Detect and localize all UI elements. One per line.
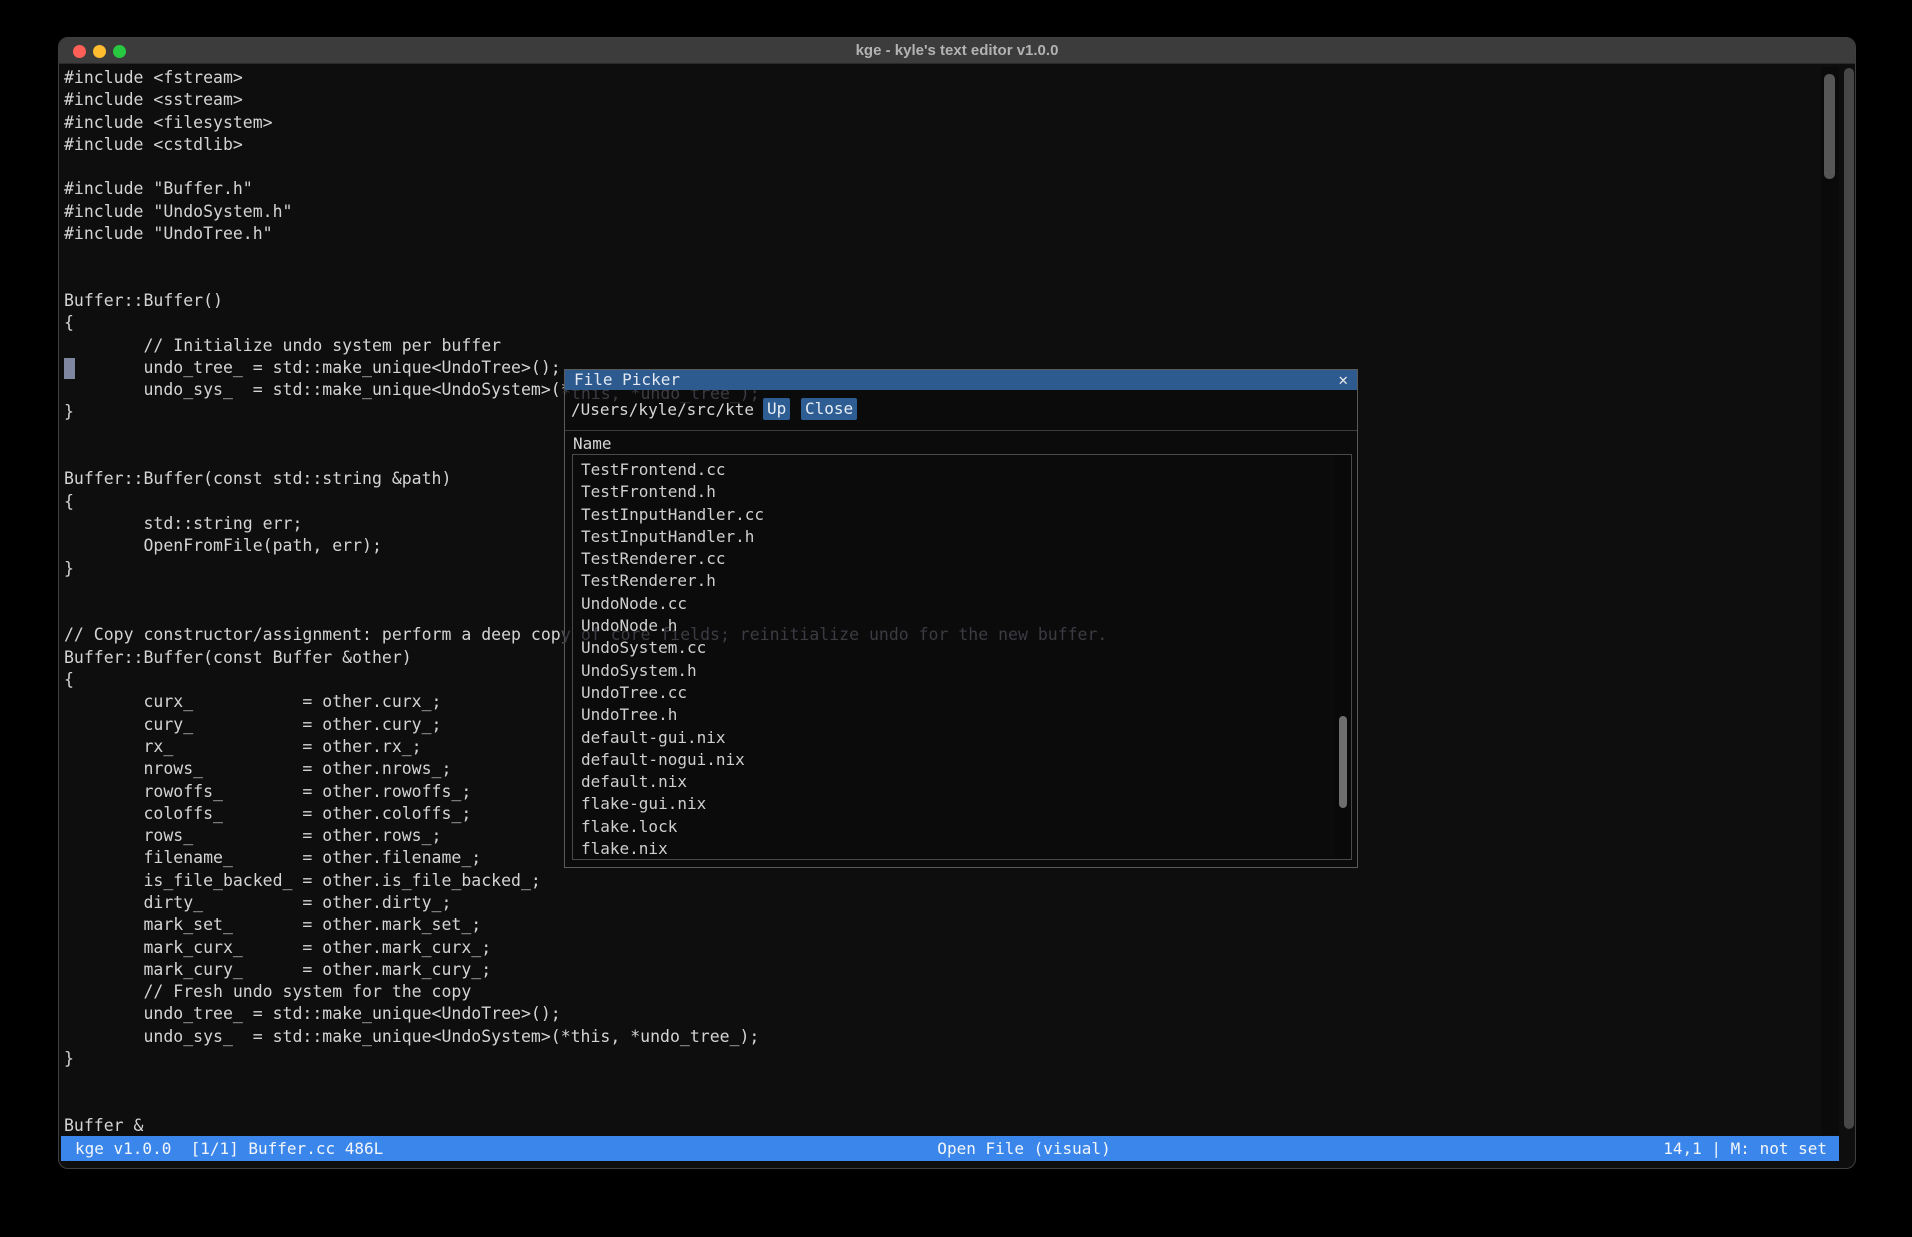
dialog-titlebar[interactable]: File Picker ✕ — [565, 370, 1357, 390]
file-list-items: TestFrontend.ccTestFrontend.hTestInputHa… — [581, 459, 764, 860]
file-list-item[interactable]: default-nogui.nix — [581, 749, 764, 771]
code-line: // Fresh undo system for the copy — [64, 981, 1107, 1003]
code-line: is_file_backed_ = other.is_file_backed_; — [64, 870, 1107, 892]
code-line: mark_curx_ = other.mark_curx_; — [64, 937, 1107, 959]
status-file-info: kge v1.0.0 [1/1] Buffer.cc 486L — [75, 1136, 383, 1161]
file-list-item[interactable]: UndoNode.cc — [581, 593, 764, 615]
current-path: /Users/kyle/src/kte — [571, 400, 754, 419]
divider — [565, 430, 1357, 431]
code-line: #include "UndoSystem.h" — [64, 201, 1107, 223]
code-line: } — [64, 1048, 1107, 1070]
code-line — [64, 1070, 1107, 1092]
file-list-item[interactable]: default-gui.nix — [581, 727, 764, 749]
status-cursor-position: 14,1 | M: not set — [1663, 1136, 1827, 1161]
code-line — [64, 1093, 1107, 1115]
file-list-item[interactable]: UndoSystem.h — [581, 660, 764, 682]
code-line: Buffer & — [64, 1115, 1107, 1137]
status-bar: kge v1.0.0 [1/1] Buffer.cc 486L Open Fil… — [61, 1136, 1839, 1161]
up-button[interactable]: Up — [763, 398, 790, 420]
editor-scrollbar-thumb[interactable] — [1824, 74, 1835, 179]
window-titlebar[interactable]: kge - kyle's text editor v1.0.0 — [59, 38, 1855, 64]
code-line: #include <sstream> — [64, 89, 1107, 111]
file-list-item[interactable]: UndoNode.h — [581, 615, 764, 637]
file-list-item[interactable]: TestInputHandler.cc — [581, 504, 764, 526]
file-list-item[interactable]: UndoTree.cc — [581, 682, 764, 704]
file-list-item[interactable]: flake.lock — [581, 816, 764, 838]
file-list-item[interactable]: UndoTree.h — [581, 704, 764, 726]
close-icon[interactable]: ✕ — [1338, 370, 1348, 390]
code-line: undo_tree_ = std::make_unique<UndoTree>(… — [64, 1003, 1107, 1025]
code-line: undo_sys_ = std::make_unique<UndoSystem>… — [64, 1026, 1107, 1048]
code-line: #include <filesystem> — [64, 112, 1107, 134]
file-list-item[interactable]: TestFrontend.cc — [581, 459, 764, 481]
column-header-name: Name — [573, 434, 612, 453]
code-line: #include <fstream> — [64, 67, 1107, 89]
code-line: { — [64, 312, 1107, 334]
file-list-item[interactable]: UndoSystem.cc — [581, 637, 764, 659]
path-row: /Users/kyle/src/kte Up Close — [565, 392, 1357, 426]
code-line: mark_set_ = other.mark_set_; — [64, 914, 1107, 936]
file-picker-dialog: *this, *undo_tree_); y of core fields; r… — [564, 369, 1358, 868]
code-line: #include <cstdlib> — [64, 134, 1107, 156]
file-list-item[interactable]: default.nix — [581, 771, 764, 793]
file-list-item[interactable]: TestRenderer.h — [581, 570, 764, 592]
code-line: // Initialize undo system per buffer — [64, 335, 1107, 357]
status-mode: Open File (visual) — [937, 1136, 1110, 1161]
file-list-item[interactable]: flake.nix — [581, 838, 764, 860]
code-line: #include "Buffer.h" — [64, 178, 1107, 200]
file-list: TestFrontend.ccTestFrontend.hTestInputHa… — [572, 454, 1352, 860]
code-line — [64, 156, 1107, 178]
code-line — [64, 245, 1107, 267]
code-line: Buffer::Buffer() — [64, 290, 1107, 312]
editor-window: kge - kyle's text editor v1.0.0 #include… — [58, 37, 1856, 1169]
file-list-item[interactable]: TestInputHandler.h — [581, 526, 764, 548]
window-title: kge - kyle's text editor v1.0.0 — [59, 38, 1855, 64]
file-list-item[interactable]: TestRenderer.cc — [581, 548, 764, 570]
dialog-title: File Picker — [574, 370, 680, 389]
file-list-item[interactable]: TestFrontend.h — [581, 481, 764, 503]
file-list-scrollbar-thumb[interactable] — [1339, 716, 1347, 808]
code-line — [64, 268, 1107, 290]
editor-scrollbar-track[interactable] — [1821, 67, 1839, 1135]
close-button[interactable]: Close — [801, 398, 857, 420]
file-list-scrollbar-track[interactable] — [1335, 455, 1351, 859]
window-edge-scrollbar[interactable] — [1844, 68, 1854, 1129]
code-line: mark_cury_ = other.mark_cury_; — [64, 959, 1107, 981]
file-list-item[interactable]: flake-gui.nix — [581, 793, 764, 815]
code-line: #include "UndoTree.h" — [64, 223, 1107, 245]
code-line: dirty_ = other.dirty_; — [64, 892, 1107, 914]
text-cursor — [64, 358, 75, 379]
